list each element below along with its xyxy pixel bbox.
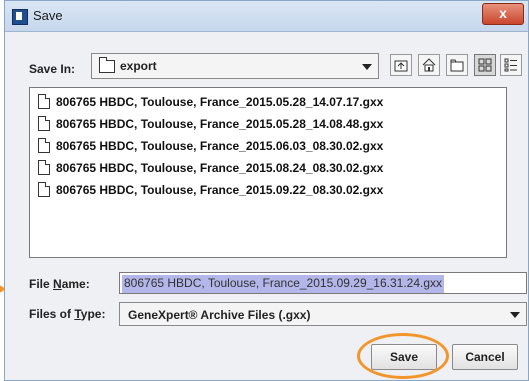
file-name: 806765 HBDC, Toulouse, France_2015.08.24… <box>56 161 384 175</box>
chevron-down-icon[interactable] <box>362 64 372 70</box>
file-name-label: File Name: <box>29 277 90 291</box>
save-in-value: export <box>120 59 157 73</box>
file-icon <box>38 94 50 109</box>
up-folder-icon <box>394 60 408 72</box>
file-type-value: GeneXpert® Archive Files (.gxx) <box>128 308 311 322</box>
file-type-select[interactable]: GeneXpert® Archive Files (.gxx) <box>119 302 527 326</box>
new-folder-button[interactable] <box>446 54 468 76</box>
highlight-ring <box>357 333 449 379</box>
file-icon <box>38 116 50 131</box>
details-view-icon <box>504 58 517 72</box>
file-name: 806765 HBDC, Toulouse, France_2015.05.28… <box>56 117 384 131</box>
save-dialog: Save x Save In: export 806765 HBDC, Toul… <box>4 0 529 381</box>
file-name-value: 806765 HBDC, Toulouse, France_2015.09.29… <box>122 275 445 293</box>
file-name-field[interactable]: 806765 HBDC, Toulouse, France_2015.09.29… <box>119 272 527 294</box>
app-icon <box>12 9 28 25</box>
save-in-label: Save In: <box>29 62 76 76</box>
home-icon <box>422 58 436 72</box>
file-list[interactable]: 806765 HBDC, Toulouse, France_2015.05.28… <box>29 87 507 258</box>
close-button[interactable]: x <box>482 3 524 25</box>
list-view-button[interactable] <box>474 54 496 76</box>
title-bar: Save x <box>5 1 528 32</box>
window-title: Save <box>33 8 63 23</box>
file-icon <box>38 138 50 153</box>
home-button[interactable] <box>418 54 440 76</box>
cancel-button[interactable]: Cancel <box>452 344 518 370</box>
chevron-down-icon[interactable] <box>510 312 520 318</box>
folder-icon <box>99 57 115 73</box>
file-name: 806765 HBDC, Toulouse, France_2015.05.28… <box>56 95 384 109</box>
new-folder-icon <box>450 59 464 72</box>
save-in-combo[interactable]: export <box>91 53 379 79</box>
file-name: 806765 HBDC, Toulouse, France_2015.09.22… <box>56 183 384 197</box>
list-view-icon <box>478 58 492 72</box>
file-icon <box>38 182 50 197</box>
file-type-label: Files of Type: <box>29 307 106 321</box>
details-view-button[interactable] <box>500 54 522 76</box>
file-name: 806765 HBDC, Toulouse, France_2015.06.03… <box>56 139 384 153</box>
file-icon <box>38 160 50 175</box>
up-folder-button[interactable] <box>390 54 412 76</box>
